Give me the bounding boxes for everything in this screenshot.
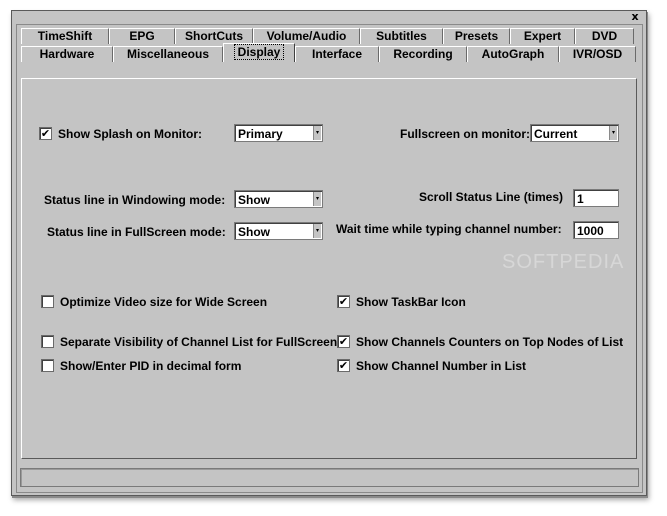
tab-label: Subtitles	[376, 29, 427, 43]
tab-label: Hardware	[39, 47, 95, 61]
status-bar	[20, 468, 639, 487]
channel-counters-checkbox[interactable]: ✔	[337, 335, 350, 348]
status-fullscreen-select[interactable]: Show ▾	[234, 222, 323, 240]
splash-monitor-select[interactable]: Primary ▾	[234, 124, 323, 142]
status-windowing-label: Status line in Windowing mode:	[44, 193, 226, 207]
taskbar-icon-checkbox[interactable]: ✔	[337, 295, 350, 308]
optimize-video-checkbox[interactable]	[41, 295, 54, 308]
pid-decimal-checkbox[interactable]	[41, 359, 54, 372]
status-fullscreen-label: Status line in FullScreen mode:	[47, 225, 226, 239]
tab-timeshift[interactable]: TimeShift	[21, 28, 109, 44]
scroll-status-label: Scroll Status Line (times)	[419, 190, 564, 204]
settings-window: x TimeShift EPG ShortCuts Volume/Audio S…	[11, 10, 647, 496]
tab-label: ShortCuts	[185, 29, 243, 43]
dropdown-arrow-icon[interactable]: ▾	[313, 192, 321, 206]
tab-label: Miscellaneous	[126, 47, 210, 61]
tab-miscellaneous[interactable]: Miscellaneous	[113, 46, 223, 62]
tab-label: AutoGraph	[481, 47, 545, 61]
tab-dvd[interactable]: DVD	[575, 28, 634, 44]
pid-decimal-label: Show/Enter PID in decimal form	[60, 359, 242, 373]
tab-subtitles[interactable]: Subtitles	[360, 28, 443, 44]
separate-visibility-checkbox[interactable]	[41, 335, 54, 348]
tab-label: Interface	[311, 47, 363, 61]
tab-label: IVR/OSD	[572, 47, 623, 61]
channel-counters-label: Show Channels Counters on Top Nodes of L…	[356, 335, 624, 349]
tab-autograph[interactable]: AutoGraph	[467, 46, 559, 62]
tab-label: Recording	[393, 47, 453, 61]
status-fullscreen-value: Show	[238, 225, 270, 239]
tab-presets[interactable]: Presets	[443, 28, 510, 44]
fullscreen-monitor-select[interactable]: Current ▾	[530, 124, 619, 142]
show-splash-label: Show Splash on Monitor:	[58, 127, 202, 141]
taskbar-icon-label: Show TaskBar Icon	[356, 295, 466, 309]
wait-time-input[interactable]: 1000	[573, 221, 619, 239]
watermark: SOFTPEDIA	[502, 251, 625, 273]
optimize-video-label: Optimize Video size for Wide Screen	[60, 295, 268, 309]
tab-display[interactable]: Display	[223, 43, 295, 62]
tab-interface[interactable]: Interface	[295, 46, 379, 62]
wait-time-label: Wait time while typing channel number:	[336, 222, 562, 236]
wait-time-value: 1000	[577, 224, 604, 238]
tab-label: TimeShift	[37, 29, 93, 43]
display-panel: SOFTPEDIA ✔ Show Splash on Monitor: Prim…	[21, 78, 637, 459]
tab-label: Presets	[454, 29, 499, 43]
separate-visibility-label: Separate Visibility of Channel List for …	[60, 335, 338, 349]
tab-label: DVD	[591, 29, 618, 43]
dropdown-arrow-icon[interactable]: ▾	[313, 126, 321, 140]
fullscreen-monitor-label: Fullscreen on monitor:	[400, 127, 531, 141]
status-windowing-value: Show	[238, 193, 270, 207]
channel-number-checkbox[interactable]: ✔	[337, 359, 350, 372]
tab-label: Expert	[523, 29, 562, 43]
tab-ivr-osd[interactable]: IVR/OSD	[559, 46, 636, 62]
tab-shortcuts[interactable]: ShortCuts	[175, 28, 253, 44]
close-icon[interactable]: x	[629, 11, 641, 22]
tab-epg[interactable]: EPG	[109, 28, 175, 44]
tab-recording[interactable]: Recording	[379, 46, 467, 62]
tab-hardware[interactable]: Hardware	[21, 46, 113, 62]
scroll-status-value: 1	[577, 192, 584, 206]
dropdown-arrow-icon[interactable]: ▾	[609, 126, 617, 140]
splash-monitor-value: Primary	[238, 127, 283, 141]
tab-label: EPG	[129, 29, 155, 43]
dropdown-arrow-icon[interactable]: ▾	[313, 224, 321, 238]
status-windowing-select[interactable]: Show ▾	[234, 190, 323, 208]
tab-volume-audio[interactable]: Volume/Audio	[253, 28, 360, 44]
fullscreen-monitor-value: Current	[534, 127, 578, 141]
tab-label: Display	[233, 44, 285, 60]
tab-label: Volume/Audio	[266, 29, 347, 43]
channel-number-label: Show Channel Number in List	[356, 359, 527, 373]
tab-expert[interactable]: Expert	[510, 28, 575, 44]
tab-control: TimeShift EPG ShortCuts Volume/Audio Sub…	[16, 24, 643, 493]
show-splash-checkbox[interactable]: ✔	[39, 127, 52, 140]
scroll-status-input[interactable]: 1	[573, 189, 619, 207]
